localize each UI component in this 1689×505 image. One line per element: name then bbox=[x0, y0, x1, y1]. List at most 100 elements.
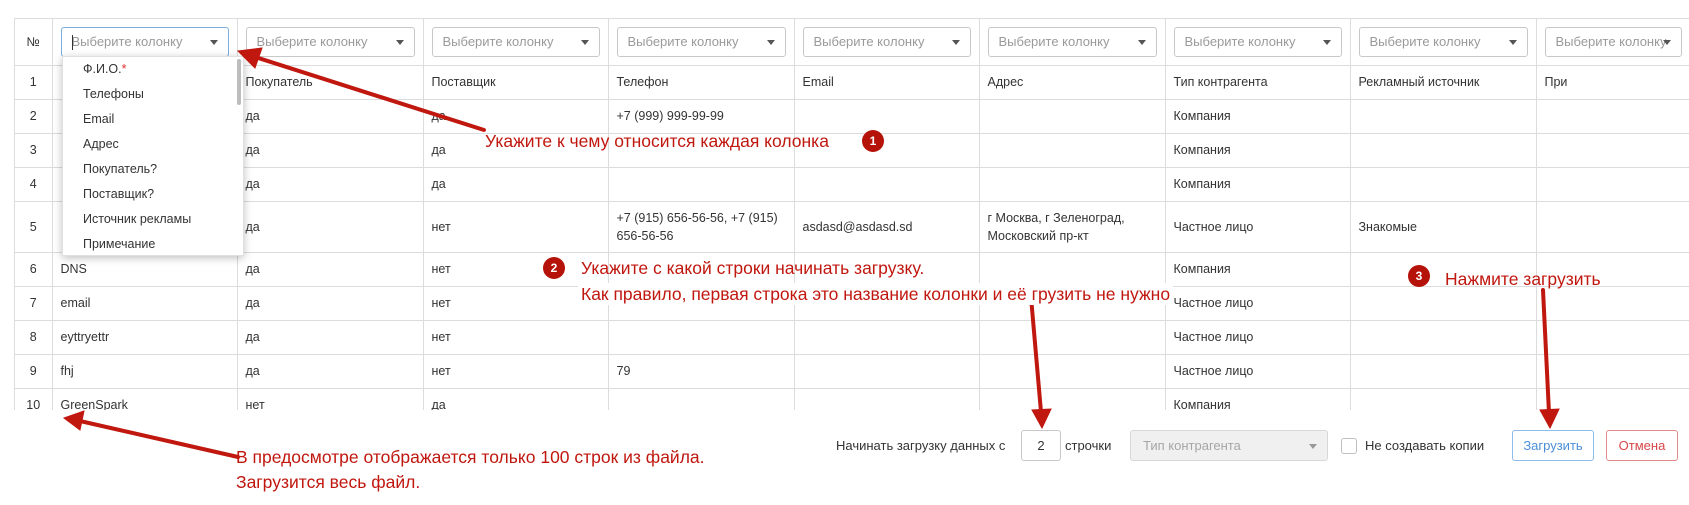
text-cursor bbox=[71, 34, 73, 50]
table-cell: да bbox=[237, 354, 424, 389]
column-select[interactable]: Выберите колонку bbox=[1544, 26, 1682, 57]
column-options-dropdown[interactable]: Ф.И.О.* Телефоны Email Адрес Покупатель? Пост… bbox=[62, 56, 244, 256]
annotation-step2-line2: Как правило, первая строка это название … bbox=[578, 283, 1174, 305]
table-cell: да bbox=[237, 167, 424, 202]
dropdown-option-label: Поставщик? bbox=[83, 187, 155, 201]
column-select[interactable]: Выберите колонку bbox=[802, 26, 971, 57]
table-cell: Адрес bbox=[979, 65, 1166, 100]
import-preview-grid: № Выберите колонку Выберите колонку Выбери… bbox=[14, 18, 1689, 410]
annotation-preview-line2: Загрузится весь файл. bbox=[236, 472, 421, 492]
table-cell bbox=[1350, 133, 1537, 168]
no-copy-checkbox[interactable] bbox=[1341, 438, 1357, 454]
table-cell: Компания bbox=[1165, 99, 1351, 134]
table-cell: email bbox=[52, 286, 238, 321]
dropdown-option[interactable]: Примечание bbox=[63, 232, 243, 255]
table-cell: Тип контрагента bbox=[1165, 65, 1351, 100]
table-cell: fhj bbox=[52, 354, 238, 389]
import-preview-table: № Выберите колонку Выберите колонку Выбери… bbox=[15, 19, 1689, 410]
table-cell bbox=[979, 167, 1166, 202]
arrow-2-head bbox=[1031, 408, 1052, 430]
cancel-button[interactable]: Отмена bbox=[1606, 430, 1678, 461]
table-cell: да bbox=[237, 320, 424, 355]
column-select-cell: Выберите колонку bbox=[1350, 19, 1537, 66]
dropdown-option[interactable]: Поставщик? bbox=[63, 182, 243, 207]
table-cell: +7 (999) 999-99-99 bbox=[608, 99, 795, 134]
chevron-down-icon bbox=[1322, 39, 1331, 45]
table-cell: нет bbox=[423, 354, 609, 389]
column-select-cell: Выберите колонку bbox=[979, 19, 1166, 66]
table-cell: нет bbox=[237, 388, 424, 410]
table-cell bbox=[979, 388, 1166, 410]
dropdown-scrollbar[interactable] bbox=[237, 59, 241, 105]
table-row: 2 да да +7 (999) 999-99-99 Компания bbox=[15, 99, 1689, 134]
table-cell: г Москва, г Зеленоград, Московский пр-кт bbox=[979, 201, 1166, 253]
table-cell: да bbox=[423, 388, 609, 410]
table-cell: Телефон bbox=[608, 65, 795, 100]
table-cell: Email bbox=[794, 65, 980, 100]
table-cell bbox=[1350, 286, 1537, 321]
table-cell: Компания bbox=[1165, 252, 1351, 287]
table-cell: Частное лицо bbox=[1165, 320, 1351, 355]
table-cell bbox=[1536, 99, 1689, 134]
column-select-placeholder: Выберите колонку bbox=[813, 33, 925, 49]
column-select[interactable]: Выберите колонку bbox=[987, 26, 1157, 57]
table-cell: Компания bbox=[1165, 133, 1351, 168]
table-cell bbox=[794, 354, 980, 389]
dropdown-option[interactable]: Телефоны bbox=[63, 82, 243, 107]
table-cell bbox=[979, 133, 1166, 168]
table-cell bbox=[608, 388, 795, 410]
column-select[interactable]: Выберите колонку bbox=[616, 26, 786, 57]
table-cell bbox=[979, 252, 1166, 287]
column-select[interactable]: Выберите колонку bbox=[1358, 26, 1528, 57]
column-select[interactable]: Выберите колонку bbox=[60, 26, 229, 57]
dropdown-option[interactable]: Адрес bbox=[63, 132, 243, 157]
load-button[interactable]: Загрузить bbox=[1512, 430, 1594, 461]
dropdown-option-label: Примечание bbox=[83, 237, 156, 251]
row-number: 10 bbox=[15, 388, 53, 410]
column-select[interactable]: Выберите колонку bbox=[1173, 26, 1342, 57]
dropdown-option[interactable]: Покупатель? bbox=[63, 157, 243, 182]
preview-rows: 1 Покупатель Поставщик Телефон Email Адрес Тип… bbox=[15, 65, 1689, 410]
table-cell: Знакомые bbox=[1350, 201, 1537, 253]
column-options-list: Ф.И.О.* Телефоны Email Адрес Покупатель? Пост… bbox=[63, 57, 243, 255]
table-cell bbox=[979, 320, 1166, 355]
column-select-placeholder: Выберите колонку bbox=[1369, 33, 1481, 49]
no-copy-label: Не создавать копии bbox=[1365, 438, 1485, 453]
table-cell bbox=[794, 99, 980, 134]
column-select[interactable]: Выберите колонку bbox=[431, 26, 600, 57]
row-number: 4 bbox=[15, 167, 53, 202]
annotation-step2-badge: 2 bbox=[543, 257, 565, 279]
column-select-placeholder: Выберите колонку bbox=[71, 33, 183, 49]
chevron-down-icon bbox=[395, 39, 404, 45]
table-cell: да bbox=[423, 99, 609, 134]
dropdown-option[interactable]: Email bbox=[63, 107, 243, 132]
table-row: 9 fhj да нет 79 Частное лицо bbox=[15, 354, 1689, 389]
row-number: 7 bbox=[15, 286, 53, 321]
table-cell: да bbox=[237, 201, 424, 253]
column-select[interactable]: Выберите колонку bbox=[245, 26, 415, 57]
table-cell: Частное лицо bbox=[1165, 286, 1351, 321]
dropdown-option[interactable]: Ф.И.О.* bbox=[63, 57, 243, 82]
dropdown-option[interactable]: Источник рекламы bbox=[63, 207, 243, 232]
table-cell: да bbox=[423, 167, 609, 202]
table-cell: DNS bbox=[52, 252, 238, 287]
chevron-down-icon bbox=[1309, 444, 1317, 449]
table-cell bbox=[1350, 99, 1537, 134]
counterparty-type-select[interactable]: Тип контрагента bbox=[1130, 430, 1328, 461]
start-row-input[interactable] bbox=[1021, 430, 1061, 461]
table-row: 1 Покупатель Поставщик Телефон Email Адрес Тип… bbox=[15, 65, 1689, 100]
table-cell bbox=[794, 167, 980, 202]
table-cell: Компания bbox=[1165, 388, 1351, 410]
annotation-preview-line1: В предосмотре отображается только 100 ст… bbox=[236, 447, 705, 467]
chevron-down-icon bbox=[951, 39, 960, 45]
row-number: 2 bbox=[15, 99, 53, 134]
table-cell: asdasd@asdasd.sd bbox=[794, 201, 980, 253]
table-cell bbox=[1350, 388, 1537, 410]
chevron-down-icon bbox=[209, 39, 218, 45]
table-cell bbox=[979, 354, 1166, 389]
row-number: 5 bbox=[15, 201, 53, 253]
table-cell bbox=[794, 388, 980, 410]
table-cell bbox=[1350, 320, 1537, 355]
chevron-down-icon bbox=[580, 39, 589, 45]
table-cell bbox=[1536, 201, 1689, 253]
